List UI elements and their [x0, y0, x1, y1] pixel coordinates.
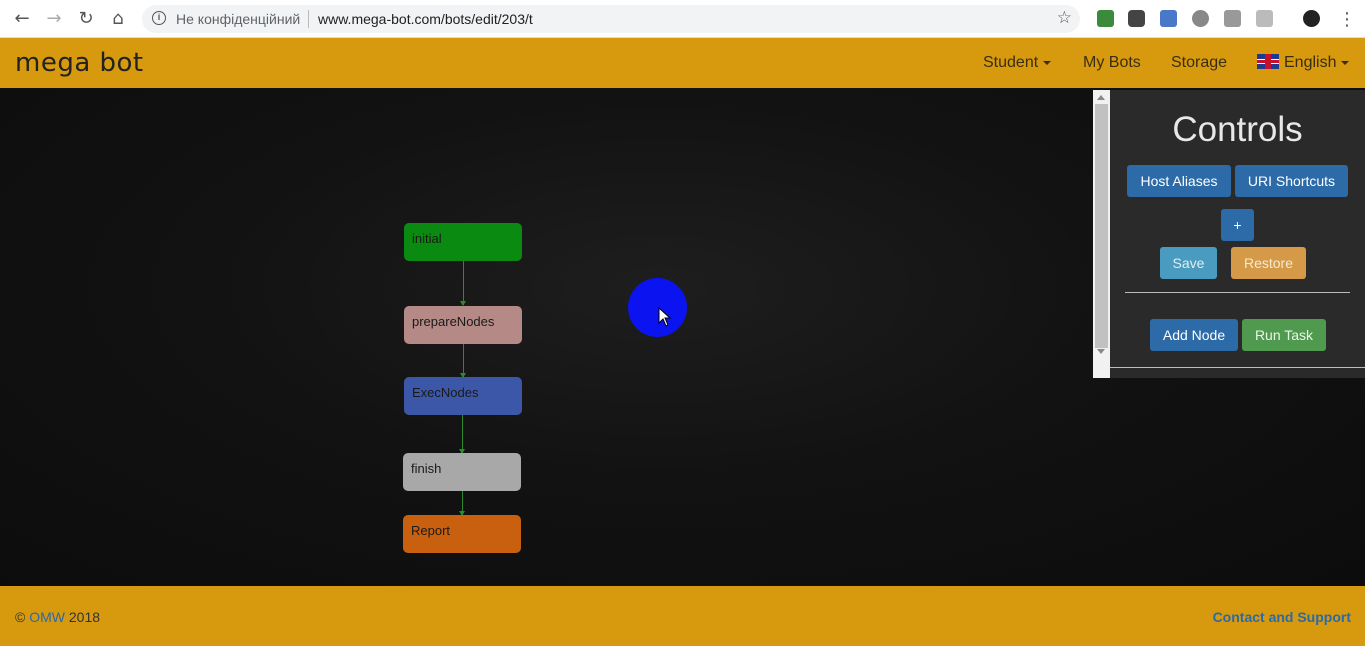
bookmark-star-icon[interactable]: ☆: [1057, 8, 1072, 28]
address-separator: [308, 10, 309, 28]
back-icon[interactable]: ←: [12, 9, 32, 29]
company-link[interactable]: OMW: [29, 609, 65, 625]
nav-language-dropdown[interactable]: English: [1257, 54, 1350, 72]
graph-node-preparenodes[interactable]: prepareNodes: [404, 306, 522, 344]
uri-shortcuts-button[interactable]: URI Shortcuts: [1235, 165, 1348, 197]
security-label: Не конфіденційний: [176, 11, 301, 27]
chevron-down-icon: [1043, 60, 1052, 65]
add-node-button[interactable]: Add Node: [1150, 319, 1238, 351]
browser-menu-icon[interactable]: ⋮: [1338, 9, 1356, 30]
controls-scrollbar[interactable]: [1093, 90, 1110, 378]
controls-divider: [1125, 292, 1350, 293]
site-footer: © OMW 2018 Contact and Support: [0, 586, 1365, 646]
extension-feather-icon[interactable]: [1256, 10, 1273, 27]
contact-support-link[interactable]: Contact and Support: [1213, 609, 1351, 625]
mouse-pointer-icon: [658, 307, 672, 327]
add-button[interactable]: +: [1221, 209, 1254, 241]
graph-node-execnodes[interactable]: ExecNodes: [404, 377, 522, 415]
graph-edge: [462, 415, 463, 453]
footer-copyright: © OMW 2018: [15, 609, 100, 625]
scroll-up-icon[interactable]: [1097, 95, 1105, 100]
nav-storage[interactable]: Storage: [1171, 54, 1227, 72]
save-button[interactable]: Save: [1160, 247, 1217, 279]
adblock-icon[interactable]: [1192, 10, 1209, 27]
translate-icon[interactable]: [1160, 10, 1177, 27]
chevron-down-icon: [1341, 60, 1350, 65]
extension-pen-icon[interactable]: [1224, 10, 1241, 27]
forward-icon[interactable]: →: [44, 9, 64, 29]
controls-panel: Controls Host Aliases URI Shortcuts + Sa…: [1093, 90, 1365, 378]
graph-node-report[interactable]: Report: [403, 515, 521, 553]
graph-node-finish[interactable]: finish: [403, 453, 521, 491]
address-bar[interactable]: i Не конфіденційний www.mega-bot.com/bot…: [142, 5, 1080, 33]
url-text[interactable]: www.mega-bot.com/bots/edit/203/t: [318, 11, 533, 27]
copyright-symbol: ©: [15, 609, 26, 625]
copyright-year: 2018: [68, 609, 101, 625]
reload-icon[interactable]: ↻: [76, 9, 96, 29]
uk-flag-icon: [1257, 54, 1279, 69]
nav-student-label: Student: [983, 54, 1039, 71]
scroll-down-icon[interactable]: [1097, 349, 1105, 354]
profile-avatar[interactable]: [1303, 10, 1320, 27]
controls-bottom-border: [1110, 367, 1365, 368]
nav-student-dropdown[interactable]: Student: [983, 54, 1052, 72]
nav-my-bots[interactable]: My Bots: [1083, 54, 1141, 72]
controls-title: Controls: [1172, 110, 1303, 149]
site-logo[interactable]: mega bot: [15, 48, 144, 78]
scrollbar-thumb[interactable]: [1095, 104, 1108, 348]
restore-button[interactable]: Restore: [1231, 247, 1306, 279]
youtube-icon[interactable]: [1128, 10, 1145, 27]
run-task-button[interactable]: Run Task: [1242, 319, 1326, 351]
nav-language-label: English: [1284, 54, 1337, 71]
host-aliases-button[interactable]: Host Aliases: [1127, 165, 1231, 197]
home-icon[interactable]: ⌂: [108, 9, 128, 29]
graph-node-initial[interactable]: initial: [404, 223, 522, 261]
graph-edge: [463, 261, 464, 305]
extension-evernote-icon[interactable]: [1097, 10, 1114, 27]
browser-toolbar: ← → ↻ ⌂ i Не конфіденційний www.mega-bot…: [0, 0, 1365, 38]
site-header: mega bot Student My Bots Storage English: [0, 38, 1365, 88]
info-icon[interactable]: i: [152, 11, 166, 25]
